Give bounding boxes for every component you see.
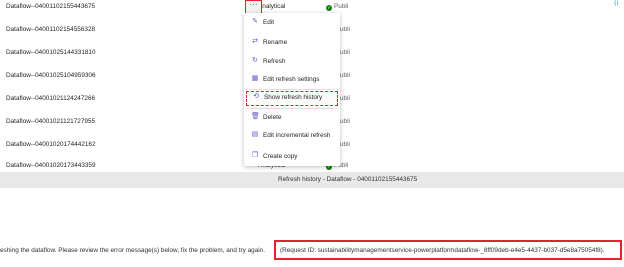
menu-divider (249, 108, 335, 109)
status-badge: ubli (340, 141, 350, 148)
expand-icon[interactable]: ⟨⟩ (614, 0, 622, 7)
status-badge: ubli (340, 72, 350, 79)
refresh-history-title: Refresh history - Dataflow - 04001102155… (278, 176, 418, 183)
dataflow-name[interactable]: Dataflow--04001102154556328 (6, 26, 95, 33)
copy-icon: ❐ (251, 152, 259, 159)
menu-item-edit[interactable]: ✎ Edit (244, 16, 340, 31)
dataflow-name[interactable]: Dataflow--04001025104959306 (6, 72, 96, 79)
menu-item-show-refresh-history[interactable]: ⟲ Show refresh history (246, 91, 338, 106)
menu-item-edit-refresh-settings[interactable]: ▦ Edit refresh settings (244, 73, 340, 88)
menu-item-rename[interactable]: ⇄ Rename (244, 36, 340, 51)
checkmark-circle-icon: ✓ (326, 5, 332, 11)
refresh-history-header: Refresh history - Dataflow - 04001102155… (0, 172, 624, 188)
pencil-icon: ✎ (252, 18, 258, 25)
rename-icon: ⇄ (252, 38, 258, 45)
menu-item-refresh[interactable]: ↻ Refresh (244, 55, 340, 70)
dataflow-name[interactable]: Dataflow--04001020174442162 (6, 141, 96, 148)
dataflow-name[interactable]: Dataflow--04001102155443675 (6, 3, 95, 10)
request-id-box: (Request ID: sustainabilitymanagementser… (274, 240, 622, 260)
trash-icon: 🗑 (251, 113, 260, 120)
error-message: eshing the dataflow. Please review the e… (0, 247, 265, 254)
menu-divider (249, 89, 335, 90)
menu-item-create-copy[interactable]: ❐ Create copy (244, 150, 340, 165)
more-options-button[interactable]: ··· (245, 0, 262, 14)
status-badge: ubli (340, 95, 350, 102)
dataflow-name[interactable]: Dataflow--04001025144331810 (6, 49, 96, 56)
status-badge: ubli (340, 49, 350, 56)
refresh-icon: ↻ (252, 57, 258, 64)
menu-item-edit-incremental-refresh[interactable]: ▤ Edit incremental refresh (244, 129, 340, 144)
incremental-refresh-icon: ▤ (251, 131, 259, 138)
dataflow-name[interactable]: Dataflow--04001021121727955 (6, 118, 95, 125)
menu-item-delete[interactable]: 🗑 Delete (244, 111, 340, 126)
dataflow-name[interactable]: Dataflow--04001020173443359 (6, 162, 96, 169)
calendar-settings-icon: ▦ (251, 75, 259, 82)
context-menu: ✎ Edit ⇄ Rename ↻ Refresh ▦ Edit refresh… (244, 13, 340, 166)
status-badge: ✓ Publi (326, 3, 349, 11)
status-badge: ubli (340, 26, 350, 33)
status-badge: ubli (340, 118, 350, 125)
dataflow-name[interactable]: Dataflow--04001021124247266 (6, 95, 95, 102)
history-icon: ⟲ (253, 93, 259, 100)
dataflow-type: Analytical (258, 3, 286, 10)
request-id: (Request ID: sustainabilitymanagementser… (280, 247, 605, 254)
